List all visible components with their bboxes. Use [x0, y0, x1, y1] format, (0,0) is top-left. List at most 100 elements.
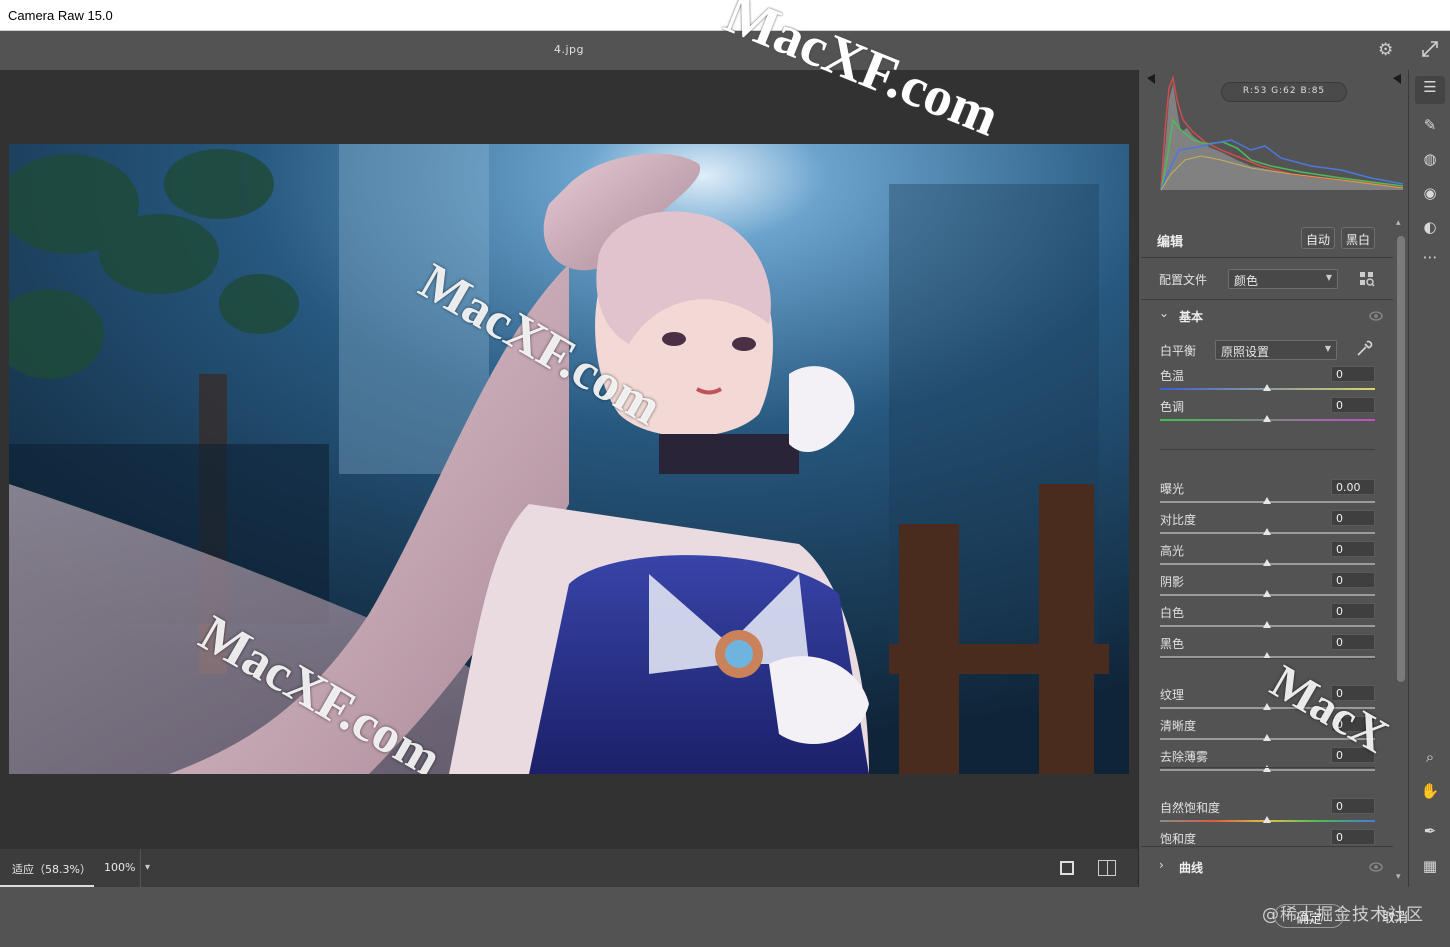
chevron-right-icon[interactable]: ›	[1159, 858, 1164, 872]
slider-label: 白色	[1160, 606, 1185, 620]
profile-select[interactable]: 颜色 ▼	[1228, 269, 1338, 289]
slider-label: 高光	[1160, 544, 1185, 558]
slider-thumb[interactable]	[1263, 816, 1271, 823]
slider-value-input[interactable]: 0	[1331, 366, 1375, 382]
divider	[1160, 658, 1375, 659]
slider-value-input[interactable]: 0	[1331, 572, 1375, 588]
slider-label: 色温	[1160, 369, 1185, 383]
white-balance-row: 白平衡 原照设置 ▼	[1141, 332, 1393, 364]
chevron-down-icon[interactable]: ⌄	[1159, 306, 1169, 320]
presets-icon[interactable]: ◐	[1419, 216, 1441, 238]
healing-brush-icon[interactable]: ✎	[1419, 114, 1441, 136]
slider-label: 去除薄雾	[1160, 750, 1209, 764]
slider-value-input[interactable]: 0	[1331, 510, 1375, 526]
file-name: 4.jpg	[553, 43, 585, 56]
more-options-icon[interactable]: ⋯	[1419, 246, 1441, 268]
red-eye-icon[interactable]: ◉	[1419, 182, 1441, 204]
gear-icon[interactable]: ⚙	[1378, 40, 1393, 60]
right-panel: R:53 G:62 B:85 编辑 自动 黑白 配置文件 颜色 ▼ ⌄ 基本 白平…	[1138, 70, 1408, 887]
slider-value-input[interactable]: 0	[1331, 397, 1375, 413]
slider-label: 清晰度	[1160, 719, 1197, 733]
image-preview-area[interactable]: MacXF.com MacXF.com	[0, 70, 1138, 849]
eye-icon[interactable]	[1369, 862, 1383, 872]
white-balance-select[interactable]: 原照设置 ▼	[1215, 340, 1337, 360]
edit-panel: 编辑 自动 黑白 配置文件 颜色 ▼ ⌄ 基本 白平衡 原照设置 ▼ 色温 0 …	[1141, 218, 1393, 887]
panel-scrollbar[interactable]: ▴ ▾	[1395, 218, 1407, 887]
slider-row: 对比度 0	[1141, 509, 1393, 540]
eyedropper-icon[interactable]	[1355, 340, 1373, 358]
profile-label: 配置文件	[1159, 273, 1208, 287]
slider-thumb[interactable]	[1263, 734, 1271, 741]
preview-toolbar: 适应（58.3%） 100% ▾	[0, 849, 1138, 887]
fullscreen-icon[interactable]	[1420, 39, 1440, 59]
slider-label: 黑色	[1160, 637, 1185, 651]
single-view-icon[interactable]	[1060, 861, 1074, 875]
edit-header: 编辑 自动 黑白	[1141, 218, 1393, 258]
slider-label: 阴影	[1160, 575, 1185, 589]
photo-preview[interactable]: MacXF.com MacXF.com	[9, 144, 1129, 774]
slider-value-input[interactable]: 0	[1331, 541, 1375, 557]
tool-strip: ☰ ✎ ◍ ◉ ◐ ⋯ ⌕ ✋ ✒ ▦ MacX	[1262, 70, 1450, 887]
slider-label: 饱和度	[1160, 832, 1197, 846]
chevron-down-icon: ▼	[1324, 344, 1331, 353]
slider-row: 黑色 0	[1141, 633, 1393, 664]
color-sampler-icon[interactable]: ✒	[1419, 820, 1441, 842]
scroll-down-icon[interactable]: ▾	[1396, 872, 1401, 882]
slider-label: 自然饱和度	[1160, 801, 1221, 815]
black-white-button[interactable]: 黑白	[1341, 227, 1375, 249]
scroll-up-icon[interactable]: ▴	[1396, 218, 1401, 228]
before-after-view-icon[interactable]	[1098, 860, 1116, 876]
cancel-button[interactable]: 取消	[1360, 904, 1430, 928]
slider-thumb[interactable]	[1263, 621, 1271, 628]
photo-illustration	[9, 144, 1129, 774]
slider-row: 自然饱和度 0	[1141, 797, 1393, 828]
profile-value: 颜色	[1234, 274, 1259, 288]
slider-row: 白色 0	[1141, 602, 1393, 633]
auto-button[interactable]: 自动	[1301, 227, 1335, 249]
footer: @稀土掘金技术社区 确定 取消	[0, 887, 1450, 947]
chevron-down-icon: ▼	[1325, 273, 1332, 282]
slider-row: 曝光 0.00	[1141, 478, 1393, 509]
divider	[1160, 767, 1375, 768]
slider-row: 高光 0	[1141, 540, 1393, 571]
edit-sliders-icon[interactable]: ☰	[1415, 76, 1445, 104]
curve-section-header[interactable]: › 曲线	[1141, 846, 1393, 887]
slider-value-input[interactable]: 0	[1331, 798, 1375, 814]
eye-icon[interactable]	[1369, 311, 1383, 321]
divider	[1160, 449, 1375, 450]
histogram: R:53 G:62 B:85	[1141, 70, 1407, 194]
hand-icon[interactable]: ✋	[1419, 780, 1441, 802]
scrollbar-thumb[interactable]	[1397, 236, 1405, 682]
slider-thumb[interactable]	[1263, 528, 1271, 535]
slider-label: 纹理	[1160, 688, 1185, 702]
slider-thumb[interactable]	[1263, 559, 1271, 566]
slider-thumb[interactable]	[1263, 415, 1271, 422]
profile-browser-icon[interactable]	[1359, 271, 1375, 287]
slider-thumb[interactable]	[1263, 590, 1271, 597]
rgb-readout: R:53 G:62 B:85	[1221, 82, 1347, 102]
zoom-100-button[interactable]: 100%	[96, 849, 140, 887]
zoom-fit-button[interactable]: 适应（58.3%）	[0, 849, 94, 887]
slider-value-input[interactable]: 0	[1331, 634, 1375, 650]
slider-row: 阴影 0	[1141, 571, 1393, 602]
slider-thumb[interactable]	[1263, 384, 1271, 391]
slider-value-input[interactable]: 0.00	[1331, 479, 1375, 495]
basic-section-header[interactable]: ⌄ 基本	[1141, 299, 1393, 331]
white-balance-value: 原照设置	[1221, 345, 1270, 359]
zoom-dropdown-icon[interactable]: ▾	[140, 849, 158, 887]
white-balance-label: 白平衡	[1160, 344, 1197, 358]
masking-icon[interactable]: ◍	[1419, 148, 1441, 170]
slider-row: 色调 0	[1141, 396, 1393, 427]
slider-value-input[interactable]: 0	[1331, 603, 1375, 619]
slider-row: 色温 0	[1141, 365, 1393, 396]
slider-thumb[interactable]	[1263, 497, 1271, 504]
slider-value-input[interactable]: 0	[1331, 829, 1375, 845]
zoom-icon[interactable]: ⌕	[1419, 746, 1441, 768]
curve-title: 曲线	[1179, 861, 1204, 875]
edit-title: 编辑	[1157, 235, 1184, 250]
basic-title: 基本	[1179, 310, 1204, 324]
grid-icon[interactable]: ▦	[1419, 855, 1441, 877]
ok-button[interactable]: 确定	[1274, 904, 1344, 928]
slider-label: 色调	[1160, 400, 1185, 414]
slider-label: 曝光	[1160, 482, 1185, 496]
